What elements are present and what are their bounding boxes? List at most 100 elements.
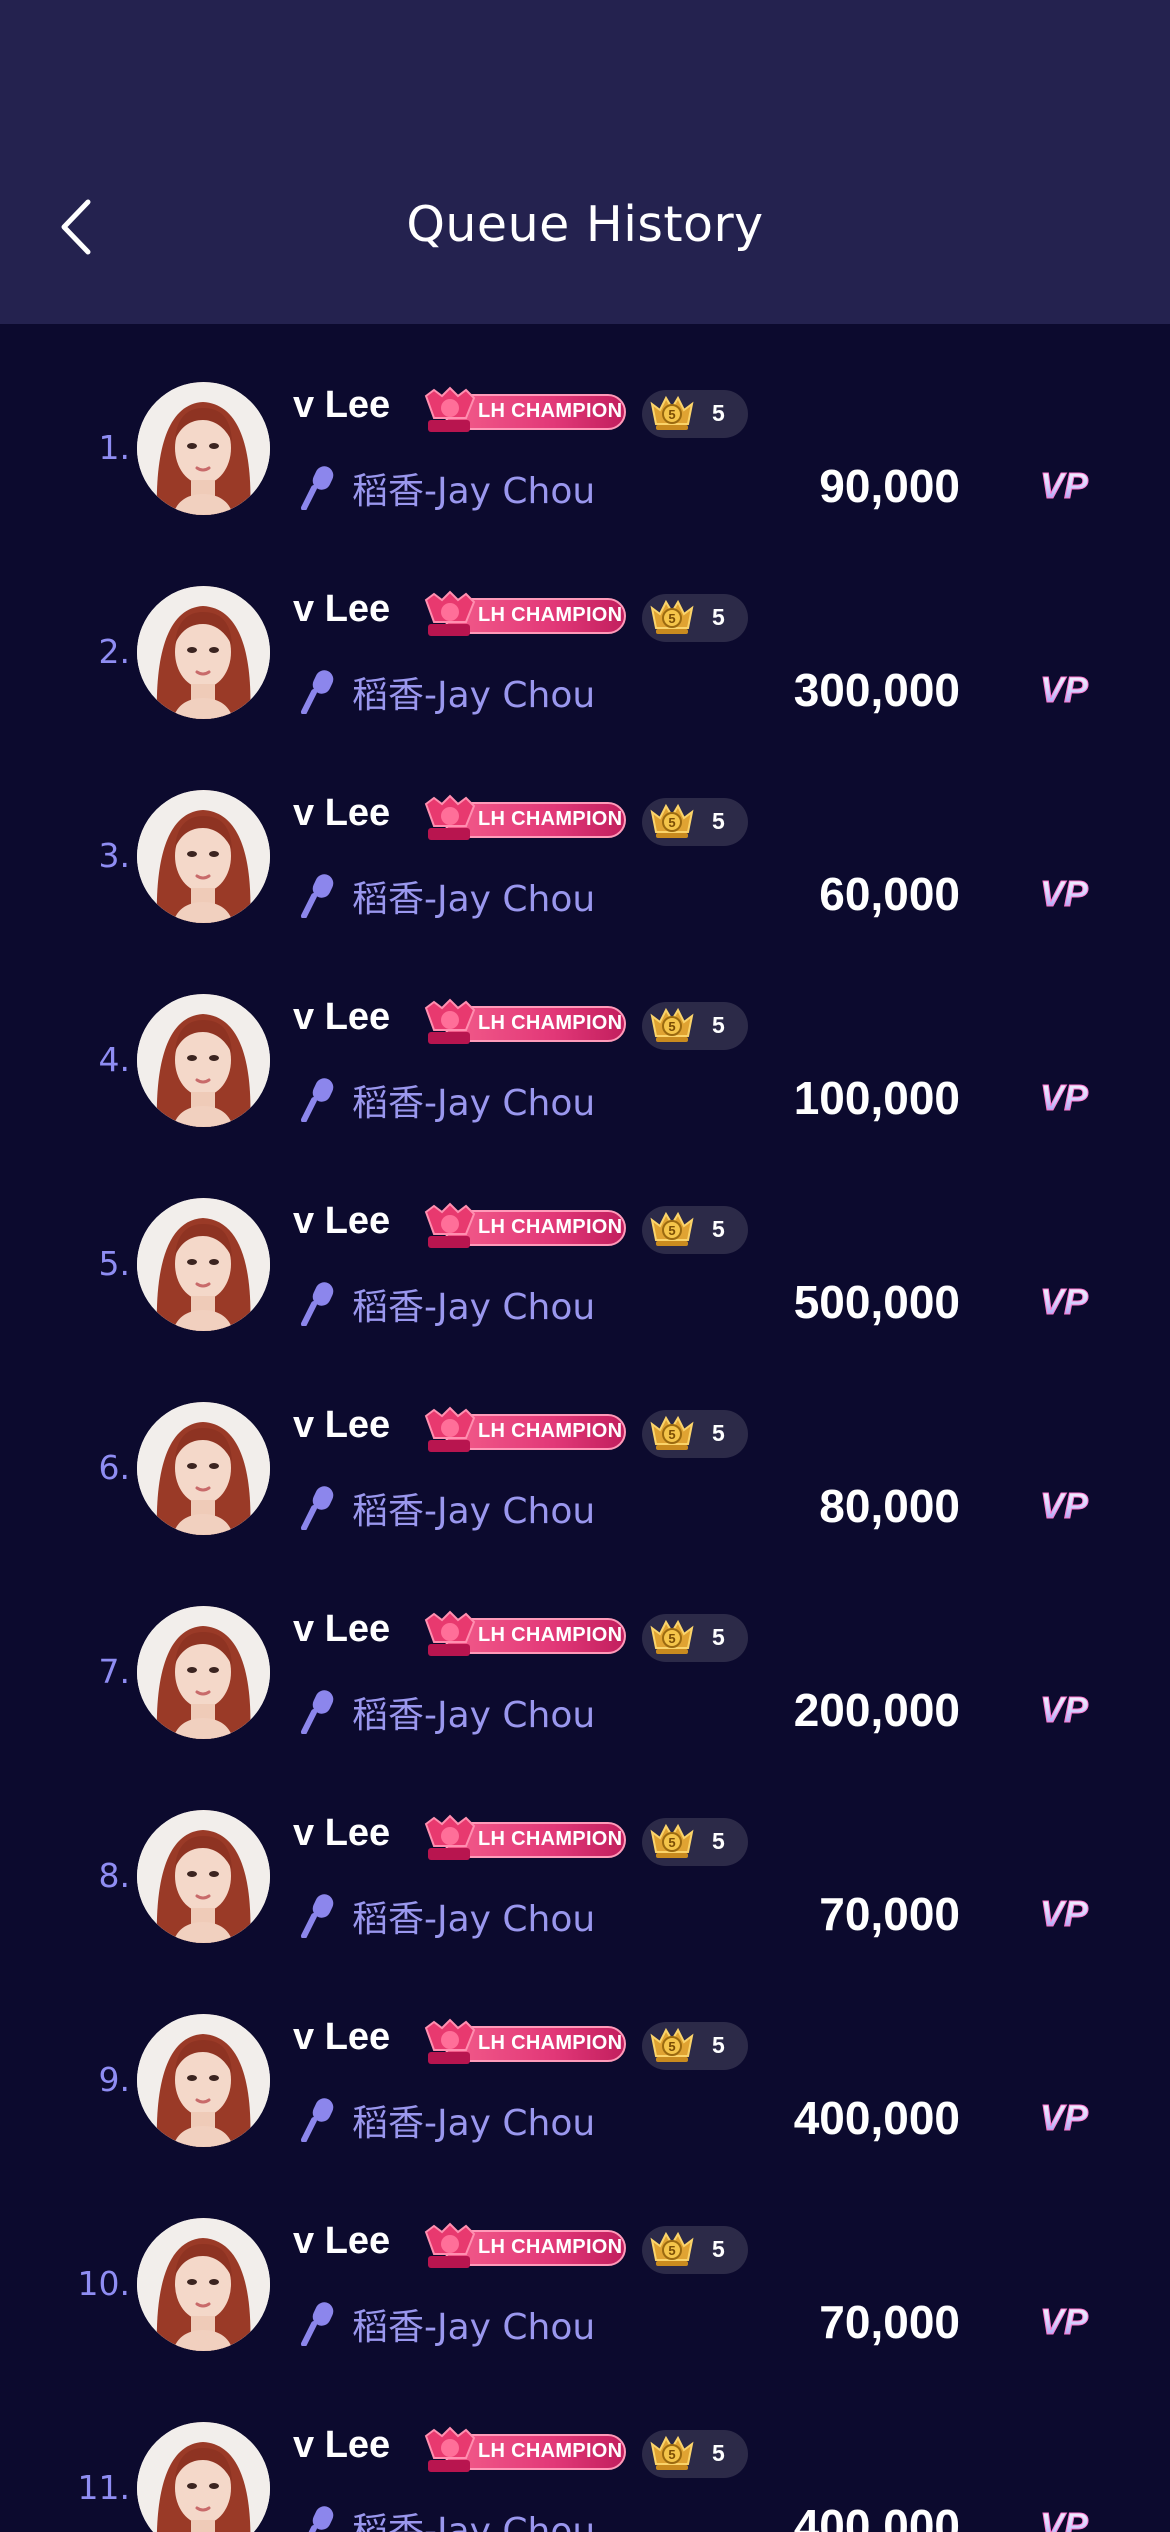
microphone-icon <box>301 1690 334 1734</box>
level-crown-icon: 5 <box>650 2231 694 2266</box>
queue-row[interactable]: 2. v Lee LH CHAMPION 5 5 稻香-Jay Chou 300… <box>0 528 1170 732</box>
avatar[interactable] <box>137 994 270 1127</box>
avatar[interactable] <box>137 1198 270 1331</box>
queue-row[interactable]: 5. v Lee LH CHAMPION 5 5 稻香-Jay Chou 500… <box>0 1140 1170 1344</box>
vp-currency-icon: VP <box>1040 669 1090 711</box>
svg-text:VP: VP <box>1040 1485 1089 1526</box>
rank-number: 3. <box>98 836 131 875</box>
song-title: 稻香-Jay Chou <box>352 1083 596 1124</box>
level-crown-icon: 5 <box>650 2027 694 2062</box>
microphone-icon <box>301 2098 334 2142</box>
level-number: 5 <box>712 1624 725 1650</box>
queue-row[interactable]: 10. v Lee LH CHAMPION 5 5 稻香-Jay Chou 70… <box>0 2160 1170 2364</box>
avatar[interactable] <box>137 1810 270 1943</box>
header-bar: Queue History <box>0 0 1170 324</box>
champion-badge: LH CHAMPION <box>420 2426 626 2472</box>
queue-row[interactable]: 9. v Lee LH CHAMPION 5 5 稻香-Jay Chou 400… <box>0 1956 1170 2160</box>
champion-label: LH CHAMPION <box>478 2440 623 2462</box>
avatar[interactable] <box>137 790 270 923</box>
level-badge: 5 5 <box>642 2022 748 2070</box>
vp-currency-icon: VP <box>1040 1077 1090 1119</box>
queue-row[interactable]: 6. v Lee LH CHAMPION 5 5 稻香-Jay Chou 80,… <box>0 1344 1170 1548</box>
avatar[interactable] <box>137 2014 270 2147</box>
svg-text:5: 5 <box>668 407 675 422</box>
level-crown-icon: 5 <box>650 803 694 838</box>
champion-label: LH CHAMPION <box>478 1216 623 1238</box>
queue-row[interactable]: 7. v Lee LH CHAMPION 5 5 稻香-Jay Chou 200… <box>0 1548 1170 1752</box>
vp-currency-icon: VP <box>1040 2301 1090 2343</box>
rank-number: 7. <box>98 1652 131 1691</box>
champion-cup-icon <box>424 1610 476 1656</box>
svg-text:VP: VP <box>1040 873 1089 914</box>
level-crown-icon: 5 <box>650 1007 694 1042</box>
vp-amount: 70,000 <box>819 1888 960 1940</box>
champion-label: LH CHAMPION <box>478 1624 623 1646</box>
vp-currency-icon: VP <box>1040 465 1090 507</box>
song-title: 稻香-Jay Chou <box>352 879 596 920</box>
level-badge: 5 5 <box>642 1206 748 1254</box>
rank-number: 2. <box>98 632 131 671</box>
svg-text:VP: VP <box>1040 465 1089 506</box>
song-title: 稻香-Jay Chou <box>352 1491 596 1532</box>
level-crown-icon: 5 <box>650 2435 694 2470</box>
queue-list[interactable]: 1. v Lee LH CHAMPION 5 5 稻香-Jay Chou 90,… <box>0 324 1170 2532</box>
microphone-icon <box>301 1282 334 1326</box>
queue-row[interactable]: 3. v Lee LH CHAMPION 5 5 稻香-Jay Chou 60,… <box>0 732 1170 936</box>
song-title: 稻香-Jay Chou <box>352 675 596 716</box>
svg-text:5: 5 <box>668 1631 675 1646</box>
microphone-icon <box>301 1078 334 1122</box>
champion-label: LH CHAMPION <box>478 1012 623 1034</box>
champion-label: LH CHAMPION <box>478 2236 623 2258</box>
queue-row[interactable]: 11. v Lee LH CHAMPION 5 5 稻香-Jay Chou 40… <box>0 2364 1170 2532</box>
rank-number: 6. <box>98 1448 131 1487</box>
rank-number: 4. <box>98 1040 131 1079</box>
username: v Lee <box>293 792 391 834</box>
level-crown-icon: 5 <box>650 1823 694 1858</box>
queue-row[interactable]: 8. v Lee LH CHAMPION 5 5 稻香-Jay Chou 70,… <box>0 1752 1170 1956</box>
champion-badge: LH CHAMPION <box>420 1406 626 1452</box>
vp-amount: 60,000 <box>819 868 960 920</box>
level-number: 5 <box>712 1216 725 1242</box>
queue-row[interactable]: 1. v Lee LH CHAMPION 5 5 稻香-Jay Chou 90,… <box>0 324 1170 528</box>
avatar[interactable] <box>137 586 270 719</box>
vp-amount: 70,000 <box>819 2296 960 2348</box>
svg-text:5: 5 <box>668 1019 675 1034</box>
avatar[interactable] <box>137 1402 270 1535</box>
level-number: 5 <box>712 2032 725 2058</box>
level-badge: 5 5 <box>642 798 748 846</box>
username: v Lee <box>293 2220 391 2262</box>
level-badge: 5 5 <box>642 2226 748 2274</box>
champion-cup-icon <box>424 1406 476 1452</box>
champion-cup-icon <box>424 794 476 840</box>
level-number: 5 <box>712 1012 725 1038</box>
champion-label: LH CHAMPION <box>478 1420 623 1442</box>
svg-text:5: 5 <box>668 1223 675 1238</box>
queue-row[interactable]: 4. v Lee LH CHAMPION 5 5 稻香-Jay Chou 100… <box>0 936 1170 1140</box>
avatar[interactable] <box>137 2218 270 2351</box>
champion-badge: LH CHAMPION <box>420 794 626 840</box>
username: v Lee <box>293 1812 391 1854</box>
rank-number: 11. <box>77 2468 130 2507</box>
svg-text:VP: VP <box>1040 1689 1089 1730</box>
song-title: 稻香-Jay Chou <box>352 471 596 512</box>
level-badge: 5 5 <box>642 2430 748 2478</box>
champion-badge: LH CHAMPION <box>420 1814 626 1860</box>
rank-number: 8. <box>98 1856 131 1895</box>
svg-text:VP: VP <box>1040 2505 1089 2532</box>
level-crown-icon: 5 <box>650 1415 694 1450</box>
level-crown-icon: 5 <box>650 395 694 430</box>
champion-badge: LH CHAMPION <box>420 2018 626 2064</box>
champion-label: LH CHAMPION <box>478 604 623 626</box>
avatar[interactable] <box>137 1606 270 1739</box>
avatar[interactable] <box>137 382 270 515</box>
song-title: 稻香-Jay Chou <box>352 1695 596 1736</box>
vp-amount: 400,000 <box>793 2500 960 2532</box>
username: v Lee <box>293 384 391 426</box>
vp-amount: 500,000 <box>793 1276 960 1328</box>
username: v Lee <box>293 996 391 1038</box>
champion-badge: LH CHAMPION <box>420 590 626 636</box>
avatar[interactable] <box>137 2422 270 2532</box>
rank-number: 9. <box>98 2060 131 2099</box>
microphone-icon <box>301 466 334 510</box>
svg-text:5: 5 <box>668 2243 675 2258</box>
